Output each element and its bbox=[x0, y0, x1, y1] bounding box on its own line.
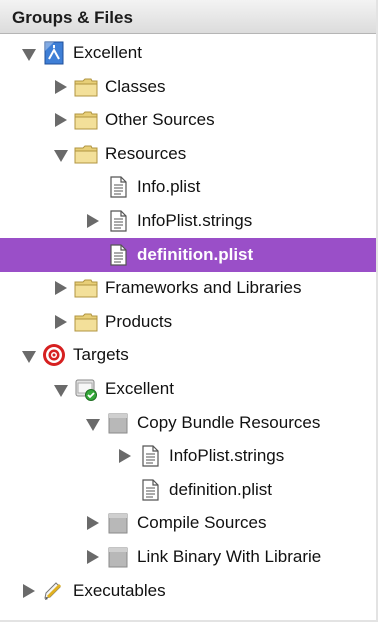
disclosure-expanded-icon[interactable] bbox=[54, 385, 68, 397]
tree-row[interactable]: Resources bbox=[0, 137, 376, 171]
tree-row[interactable]: Copy Bundle Resources bbox=[0, 406, 376, 440]
tree-row-label: InfoPlist.strings bbox=[137, 211, 253, 230]
tree-row-label: Excellent bbox=[105, 379, 174, 398]
tree-row[interactable]: Info.plist bbox=[0, 170, 376, 204]
tree-row-label: InfoPlist.strings bbox=[169, 446, 285, 466]
tree-row-label: Classes bbox=[105, 76, 166, 96]
folder-icon bbox=[74, 142, 98, 166]
disclosure-collapsed-icon[interactable] bbox=[55, 79, 67, 94]
groups-and-files-panel: Groups & Files Excellent Classes Other Sou… bbox=[0, 0, 378, 622]
tree-row-label: Compile Sources bbox=[137, 513, 267, 533]
folder-icon bbox=[74, 75, 98, 99]
disclosure-expanded-icon[interactable] bbox=[22, 49, 36, 61]
file-icon bbox=[106, 175, 130, 199]
tree-row[interactable]: Products bbox=[0, 305, 376, 339]
build-phase-icon bbox=[106, 511, 130, 535]
tree-row[interactable]: Compile Sources bbox=[0, 506, 376, 540]
tree-row-label: Executables bbox=[73, 580, 166, 600]
disclosure-collapsed-icon[interactable] bbox=[23, 583, 35, 598]
disclosure-collapsed-icon[interactable] bbox=[55, 281, 67, 296]
disclosure-collapsed-icon[interactable] bbox=[55, 113, 67, 128]
xcode-project-icon bbox=[42, 41, 66, 65]
file-icon bbox=[106, 243, 130, 267]
tree-row-label: Resources bbox=[105, 143, 187, 163]
file-icon bbox=[138, 444, 162, 468]
disclosure-expanded-icon[interactable] bbox=[86, 418, 100, 431]
tree-row-label: Info.plist bbox=[137, 177, 201, 197]
tree-row[interactable]: Executables bbox=[0, 574, 376, 608]
panel-header: Groups & Files bbox=[0, 0, 376, 34]
file-icon bbox=[138, 478, 162, 502]
disclosure-expanded-icon[interactable] bbox=[54, 149, 68, 162]
tree-row[interactable]: Link Binary With Librarie bbox=[0, 540, 376, 574]
disclosure-collapsed-icon[interactable] bbox=[87, 550, 99, 564]
tree-row-label: Excellent bbox=[73, 43, 142, 62]
build-phase-icon bbox=[106, 411, 130, 435]
tree-row-label: Frameworks and Libraries bbox=[105, 278, 302, 298]
disclosure-collapsed-icon[interactable] bbox=[87, 516, 99, 531]
tree-row[interactable]: Other Sources bbox=[0, 103, 376, 137]
tree-row[interactable]: Classes bbox=[0, 70, 376, 104]
executable-icon bbox=[42, 579, 66, 603]
tree-row[interactable]: definition.plist bbox=[0, 473, 376, 507]
disclosure-collapsed-icon[interactable] bbox=[87, 214, 99, 228]
target-icon bbox=[42, 343, 66, 367]
tree-row[interactable]: Excellent bbox=[0, 372, 376, 406]
tree-row[interactable]: Targets bbox=[0, 338, 376, 372]
tree-row-label: Link Binary With Librarie bbox=[137, 547, 322, 566]
disclosure-expanded-icon[interactable] bbox=[22, 351, 36, 364]
tree-row[interactable]: Excellent bbox=[0, 36, 376, 70]
tree-row-label: Targets bbox=[73, 345, 129, 365]
app-target-icon bbox=[74, 377, 98, 401]
disclosure-collapsed-icon[interactable] bbox=[55, 314, 67, 329]
tree-row[interactable]: Frameworks and Libraries bbox=[0, 271, 376, 305]
tree-row-label: definition.plist bbox=[137, 244, 254, 264]
tree-row[interactable]: definition.plist bbox=[0, 237, 376, 272]
tree-row-label: Copy Bundle Resources bbox=[137, 412, 321, 432]
folder-icon bbox=[74, 276, 98, 300]
folder-icon bbox=[74, 310, 98, 334]
tree-row-label: definition.plist bbox=[169, 479, 273, 499]
build-phase-icon bbox=[106, 545, 130, 569]
disclosure-collapsed-icon[interactable] bbox=[119, 449, 131, 464]
tree-row[interactable]: InfoPlist.strings bbox=[0, 204, 376, 238]
tree-row-label: Products bbox=[105, 311, 173, 331]
tree-row-label: Other Sources bbox=[105, 110, 215, 130]
folder-icon bbox=[74, 108, 98, 132]
tree-row[interactable]: InfoPlist.strings bbox=[0, 439, 376, 473]
file-icon bbox=[106, 209, 130, 233]
